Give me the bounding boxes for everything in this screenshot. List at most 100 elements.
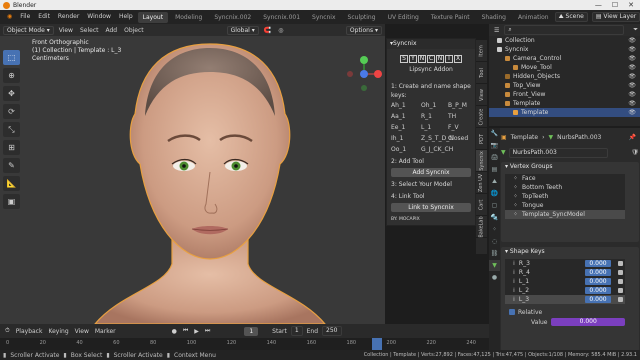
menu-render[interactable]: Render	[54, 10, 83, 24]
viewport-menu-object[interactable]: Object	[122, 27, 146, 34]
jump-end-icon[interactable]: ⏭	[203, 327, 212, 335]
sidebar-tab-tool[interactable]: Tool	[476, 62, 487, 84]
cursor-icon[interactable]: ⊕	[3, 68, 20, 83]
tab-uv-editing[interactable]: UV Editing	[383, 12, 424, 23]
vertex-group-item[interactable]: ⁘ Bottom Teeth	[505, 183, 625, 192]
shape-key-item[interactable]: ⁞ L_2 0.000	[505, 286, 625, 295]
sidebar-tab-cart[interactable]: Cart	[476, 194, 487, 216]
outliner-editor-icon[interactable]: ☰	[492, 27, 501, 34]
viewport-menu-view[interactable]: View	[57, 27, 75, 34]
move-icon[interactable]: ✥	[3, 86, 20, 101]
outliner-item[interactable]: Template 👁	[489, 99, 640, 108]
shape-key-value[interactable]: 0.000	[585, 269, 611, 276]
syncnix-panel-header[interactable]: ▾ Syncnix	[387, 39, 475, 49]
outliner-item[interactable]: Syncnix 👁	[489, 45, 640, 54]
vertex-group-item[interactable]: ⁘ TopTeeth	[505, 192, 625, 201]
tab-syncnix[interactable]: Syncnix	[307, 12, 340, 23]
tab-texture-paint[interactable]: Texture Paint	[426, 12, 475, 23]
filter-icon[interactable]: ⏷	[631, 26, 640, 34]
shape-key-item[interactable]: ⁞ R_4 0.000	[505, 268, 625, 277]
vertex-groups-header[interactable]: ▾ Vertex Groups	[501, 162, 639, 172]
add-cube-icon[interactable]: ▣	[3, 194, 20, 209]
shape-key-item[interactable]: ⁞ L_3 0.000	[505, 295, 625, 304]
maximize-icon[interactable]: ☐	[612, 1, 618, 9]
outliner-item[interactable]: Front_View 👁	[489, 90, 640, 99]
tab-animation[interactable]: Animation	[513, 12, 554, 23]
select-box-icon[interactable]: ⬚	[3, 50, 20, 65]
sidebar-tab-bakelab[interactable]: BakeLab	[476, 216, 487, 238]
shape-value-slider[interactable]: 0.000	[551, 318, 625, 326]
scale-icon[interactable]: ⤡	[3, 122, 20, 137]
tab-modeling[interactable]: Modeling	[170, 12, 207, 23]
sidebar-tab-syncnix[interactable]: Syncnix	[476, 150, 487, 172]
timeline-menu-view[interactable]: View	[73, 328, 91, 335]
transform-icon[interactable]: ⊞	[3, 140, 20, 155]
tab-sculpting[interactable]: Sculpting	[343, 12, 381, 23]
measure-icon[interactable]: 📐	[3, 176, 20, 191]
snap-icon[interactable]: 🧲	[262, 27, 273, 34]
visibility-eye-icon[interactable]: 👁	[628, 108, 636, 117]
scene-selector[interactable]: ⛰ Scene	[554, 12, 588, 22]
shape-key-mute-checkbox[interactable]	[618, 270, 623, 275]
visibility-eye-icon[interactable]: 👁	[628, 99, 636, 108]
timeline-menu-keying[interactable]: Keying	[46, 328, 70, 335]
viewport-menu-select[interactable]: Select	[78, 27, 101, 34]
modifier-props-icon[interactable]: 🔩	[489, 212, 500, 223]
shape-key-mute-checkbox[interactable]	[618, 297, 623, 302]
add-syncnix-button[interactable]: Add Syncnix	[391, 168, 471, 177]
object-props-icon[interactable]: ▢	[489, 200, 500, 211]
shape-key-item[interactable]: ⁞ L_1 0.000	[505, 277, 625, 286]
sidebar-tab-pdt[interactable]: PDT	[476, 128, 487, 150]
menu-help[interactable]: Help	[115, 10, 137, 24]
mesh-name-field[interactable]: NurbsPath.003	[508, 147, 609, 158]
transform-orientation-dropdown[interactable]: Global ▾	[226, 25, 259, 35]
end-frame-field[interactable]: 250	[322, 326, 342, 336]
navigation-gizmo[interactable]	[344, 54, 384, 94]
record-icon[interactable]: ●	[170, 328, 179, 335]
3d-viewport[interactable]	[0, 24, 385, 324]
shape-key-value[interactable]: 0.000	[585, 296, 611, 303]
outliner-item[interactable]: Collection 👁	[489, 36, 640, 45]
rotate-icon[interactable]: ⟳	[3, 104, 20, 119]
view-layer-props-icon[interactable]: ▤	[489, 164, 500, 175]
pin-icon[interactable]: 📌	[629, 134, 636, 141]
jump-start-icon[interactable]: ⏮	[181, 327, 190, 335]
current-frame-field[interactable]: 1	[244, 326, 259, 336]
menu-file[interactable]: File	[16, 10, 34, 24]
visibility-eye-icon[interactable]: 👁	[628, 54, 636, 63]
start-frame-field[interactable]: 1	[290, 326, 303, 336]
timeline-ruler[interactable]: 0 20 40 60 80 100 120 140 160 180 200 22…	[0, 338, 489, 350]
tab-syncnix-001[interactable]: Syncnix.001	[258, 12, 305, 23]
play-icon[interactable]: ▶	[192, 328, 201, 335]
annotate-icon[interactable]: ✎	[3, 158, 20, 173]
shape-key-mute-checkbox[interactable]	[618, 288, 623, 293]
tab-shading[interactable]: Shading	[477, 12, 511, 23]
shape-key-value[interactable]: 0.000	[585, 287, 611, 294]
viewport-options-dropdown[interactable]: Options ▾	[345, 25, 382, 35]
outliner-item[interactable]: Top_View 👁	[489, 81, 640, 90]
data-props-icon[interactable]: ▼	[489, 260, 500, 271]
visibility-eye-icon[interactable]: 👁	[628, 45, 636, 54]
sidebar-tab-create[interactable]: Create	[476, 106, 487, 128]
vertex-group-item[interactable]: ⁘ Tongue	[505, 201, 625, 210]
timeline-menu-marker[interactable]: Marker	[93, 328, 118, 335]
tab-layout[interactable]: Layout	[137, 11, 169, 23]
shape-key-mute-checkbox[interactable]	[618, 279, 623, 284]
visibility-eye-icon[interactable]: 👁	[628, 90, 636, 99]
tool-props-icon[interactable]: 🔧	[489, 128, 500, 139]
fake-user-icon[interactable]: 🛡	[631, 149, 639, 156]
constraints-props-icon[interactable]: ⛓	[489, 248, 500, 259]
menu-window[interactable]: Window	[83, 10, 115, 24]
outliner-item[interactable]: Hidden_Objects 👁	[489, 72, 640, 81]
tab-syncnix-002[interactable]: Syncnix.002	[209, 12, 256, 23]
shape-key-value[interactable]: 0.000	[585, 260, 611, 267]
outliner-item[interactable]: Move_Tool 👁	[489, 63, 640, 72]
particles-props-icon[interactable]: ⁘	[489, 224, 500, 235]
outliner-item[interactable]: Template 👁	[489, 108, 640, 117]
vertex-group-item[interactable]: ⁘ Face	[505, 174, 625, 183]
material-props-icon[interactable]: ●	[489, 272, 500, 283]
link-to-syncnix-button[interactable]: Link to Syncnix	[391, 203, 471, 212]
viewport-menu-add[interactable]: Add	[103, 27, 119, 34]
relative-checkbox[interactable]	[509, 309, 515, 315]
physics-props-icon[interactable]: ◌	[489, 236, 500, 247]
